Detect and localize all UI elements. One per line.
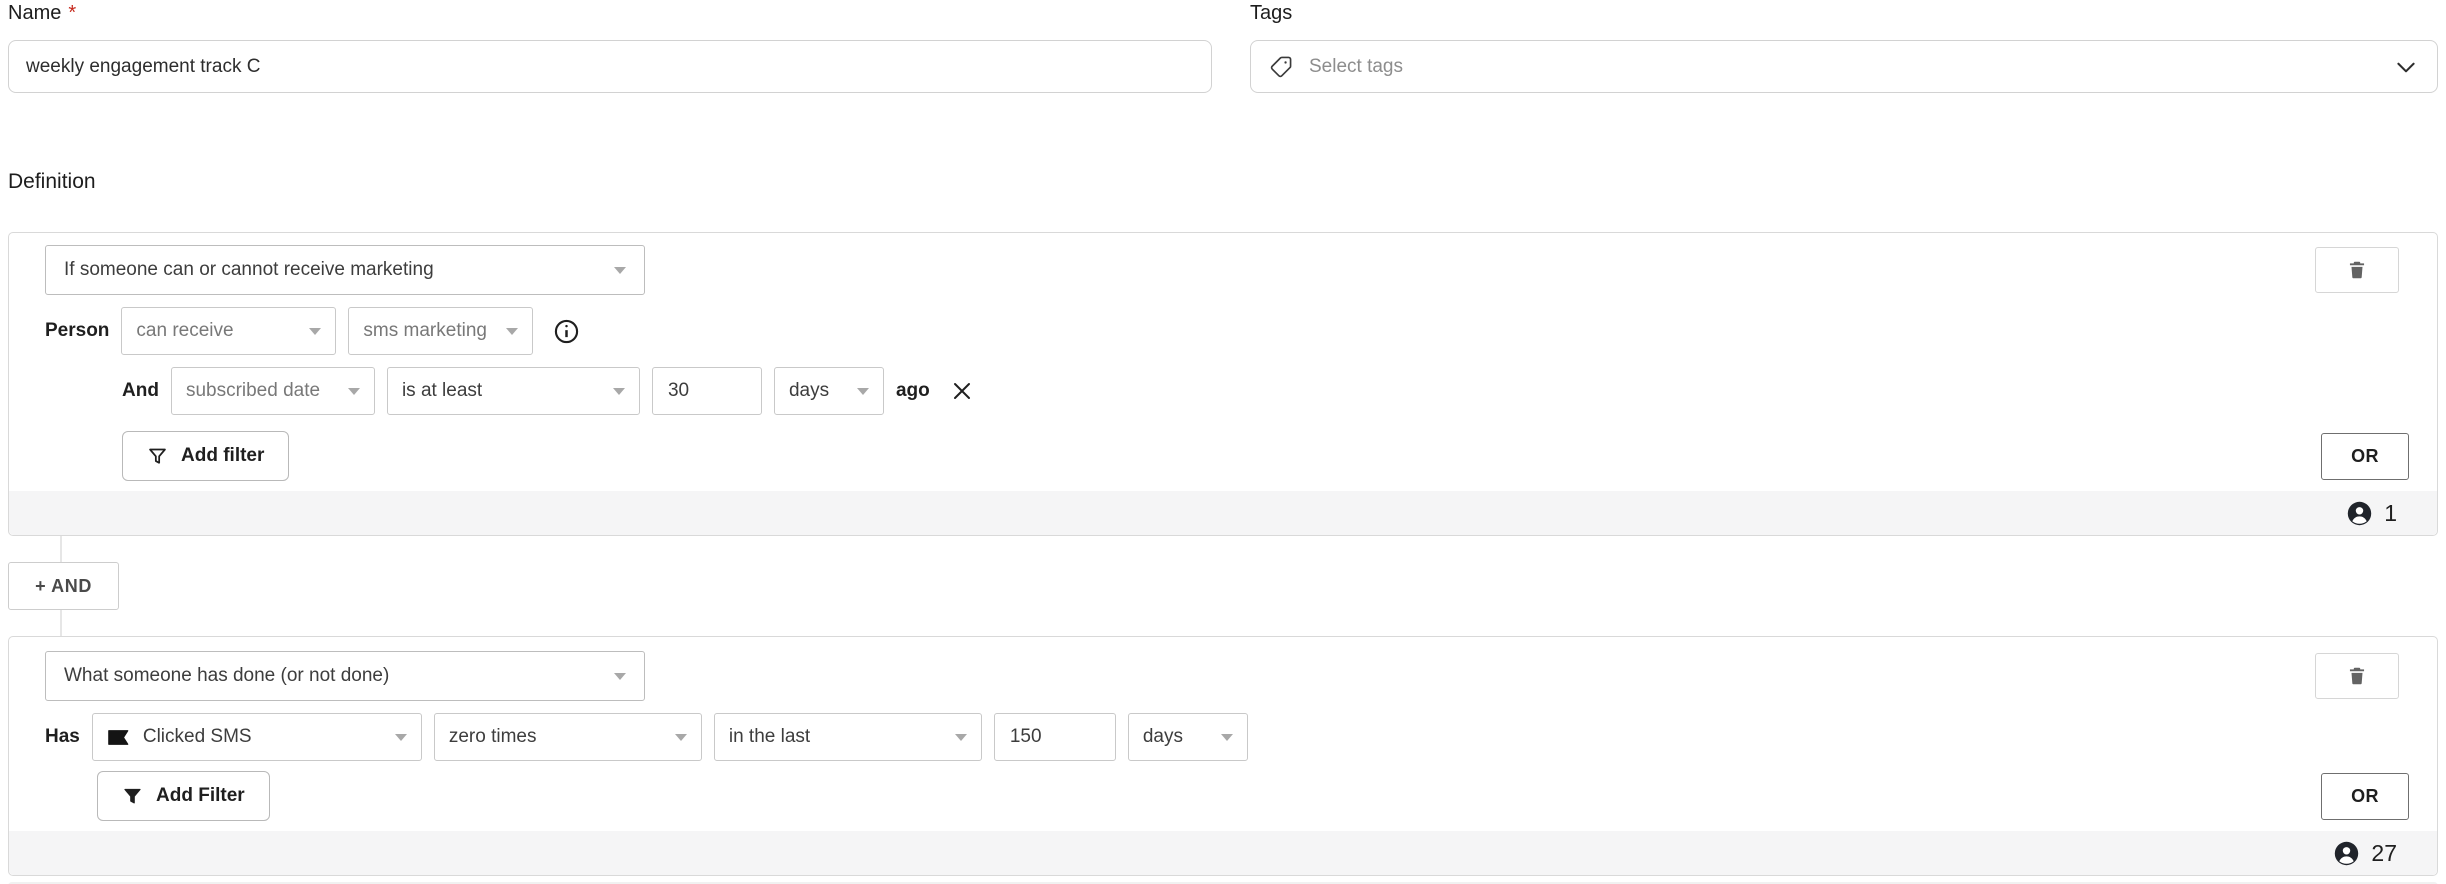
caret-down-icon	[857, 388, 869, 395]
add-filter-or-row: Add filter OR	[45, 431, 2409, 481]
ago-label: ago	[896, 380, 930, 402]
date-property-value: subscribed date	[186, 380, 320, 402]
caret-down-icon	[675, 734, 687, 741]
timeframe-value-input[interactable]	[994, 713, 1116, 761]
date-comparison-dropdown[interactable]: is at least	[387, 367, 640, 415]
delete-condition-button[interactable]	[2315, 247, 2399, 293]
chevron-down-icon	[2393, 54, 2419, 80]
close-icon[interactable]	[950, 379, 974, 403]
caret-down-icon	[395, 734, 407, 741]
frequency-dropdown[interactable]: zero times	[434, 713, 702, 761]
tags-label: Tags	[1250, 2, 2438, 25]
or-button[interactable]: OR	[2321, 773, 2409, 820]
add-filter-label: Add Filter	[156, 785, 245, 807]
tag-icon	[1269, 54, 1294, 79]
person-label: Person	[45, 320, 109, 342]
consent-operator-value: can receive	[136, 320, 233, 342]
condition-block-2: What someone has done (or not done) Has …	[8, 636, 2438, 876]
tags-label-text: Tags	[1250, 2, 1292, 25]
caret-down-icon	[506, 328, 518, 335]
name-field-group: Name *	[8, 2, 1212, 93]
trash-icon	[2346, 259, 2368, 281]
or-label: OR	[2351, 446, 2379, 467]
person-count-icon	[2333, 840, 2360, 867]
person-condition-row: Person can receive sms marketing	[45, 307, 2409, 355]
metric-value-wrap: Clicked SMS	[107, 726, 252, 748]
condition-type-dropdown[interactable]: What someone has done (or not done)	[45, 651, 645, 701]
form-header-row: Name * Tags Select tags	[0, 0, 2446, 93]
member-count-strip: 1	[9, 491, 2437, 535]
timeframe-unit-value: days	[1143, 726, 1183, 748]
condition-type-value: What someone has done (or not done)	[64, 665, 389, 687]
condition-type-row: If someone can or cannot receive marketi…	[45, 245, 2409, 295]
condition-block-1: If someone can or cannot receive marketi…	[8, 232, 2438, 536]
date-property-dropdown[interactable]: subscribed date	[171, 367, 375, 415]
consent-channel-value: sms marketing	[363, 320, 487, 342]
add-filter-button[interactable]: Add Filter	[97, 771, 270, 821]
caret-down-icon	[1221, 734, 1233, 741]
add-filter-button[interactable]: Add filter	[122, 431, 289, 481]
caret-down-icon	[955, 734, 967, 741]
segment-name-input[interactable]	[8, 40, 1212, 93]
person-count-icon	[2346, 500, 2373, 527]
and-connector: + AND	[8, 536, 2438, 636]
name-label: Name *	[8, 2, 1212, 25]
or-label: OR	[2351, 786, 2379, 807]
date-comparison-value: is at least	[402, 380, 482, 402]
tags-placeholder: Select tags	[1309, 56, 2378, 78]
tags-field-group: Tags Select tags	[1250, 2, 2438, 93]
member-count-strip: 27	[9, 831, 2437, 875]
caret-down-icon	[613, 388, 625, 395]
add-and-button[interactable]: + AND	[8, 562, 119, 610]
and-label: And	[122, 380, 159, 402]
condition-block-2-body: What someone has done (or not done) Has …	[9, 637, 2437, 831]
has-label: Has	[45, 726, 80, 748]
metric-value: Clicked SMS	[143, 726, 252, 748]
or-button[interactable]: OR	[2321, 433, 2409, 480]
date-value-input[interactable]	[652, 367, 762, 415]
sms-metric-icon	[107, 729, 130, 746]
date-unit-dropdown[interactable]: days	[774, 367, 884, 415]
delete-condition-button[interactable]	[2315, 653, 2399, 699]
condition-type-row: What someone has done (or not done)	[45, 651, 2409, 701]
name-label-text: Name	[8, 2, 61, 25]
info-icon[interactable]	[553, 318, 580, 345]
trash-icon	[2346, 665, 2368, 687]
timeframe-dropdown[interactable]: in the last	[714, 713, 982, 761]
caret-down-icon	[614, 673, 626, 680]
date-filter-row: And subscribed date is at least days ago	[122, 367, 2409, 415]
tags-select[interactable]: Select tags	[1250, 40, 2438, 93]
consent-channel-dropdown[interactable]: sms marketing	[348, 307, 533, 355]
caret-down-icon	[309, 328, 321, 335]
member-count: 1	[2384, 500, 2397, 527]
definition-heading: Definition	[8, 170, 2438, 194]
member-count: 27	[2371, 840, 2397, 867]
timeframe-unit-dropdown[interactable]: days	[1128, 713, 1248, 761]
metric-condition-row: Has Clicked SMS zero times in the last	[45, 713, 2409, 761]
condition-type-value: If someone can or cannot receive marketi…	[64, 259, 434, 281]
condition-type-dropdown[interactable]: If someone can or cannot receive marketi…	[45, 245, 645, 295]
metric-dropdown[interactable]: Clicked SMS	[92, 713, 422, 761]
add-filter-or-row: Add Filter OR	[45, 771, 2409, 821]
caret-down-icon	[348, 388, 360, 395]
condition-block-1-body: If someone can or cannot receive marketi…	[9, 233, 2437, 491]
timeframe-value: in the last	[729, 726, 810, 748]
required-marker: *	[68, 2, 76, 25]
filter-icon	[147, 446, 168, 467]
filter-icon	[122, 786, 143, 807]
frequency-value: zero times	[449, 726, 537, 748]
add-filter-label: Add filter	[181, 445, 264, 467]
consent-operator-dropdown[interactable]: can receive	[121, 307, 336, 355]
caret-down-icon	[614, 267, 626, 274]
date-unit-value: days	[789, 380, 829, 402]
